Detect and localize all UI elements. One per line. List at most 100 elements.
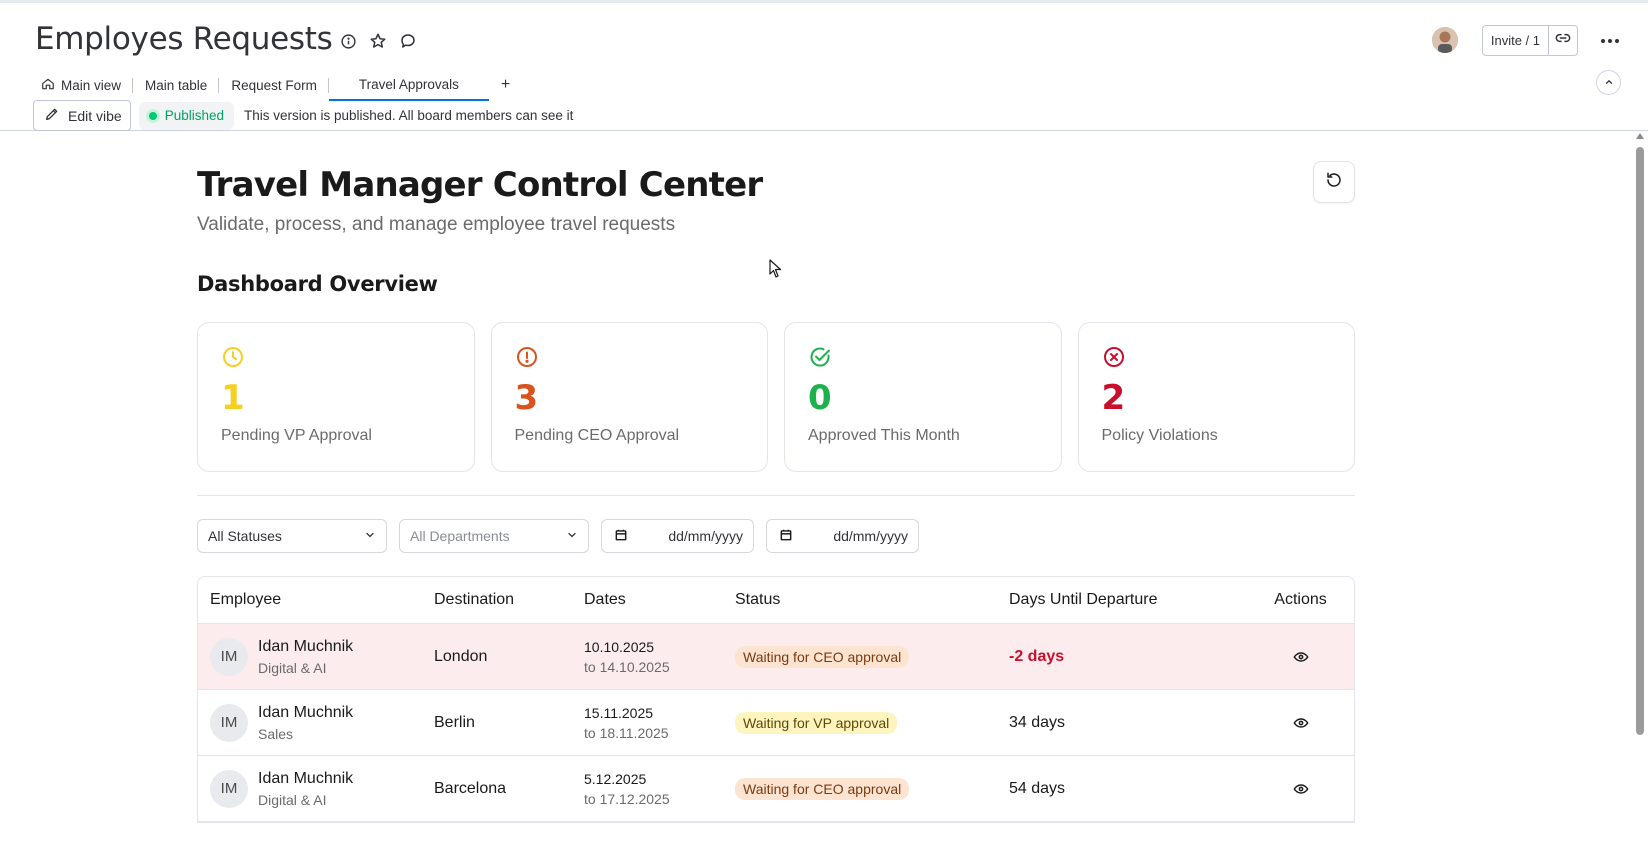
date-to: to 14.10.2025 [584,658,670,675]
mouse-cursor-icon [769,259,783,284]
column-header[interactable]: Days Until Departure [1009,591,1247,609]
status-cell: Waiting for VP approval [735,711,1009,734]
status-badge: Waiting for CEO approval [735,777,910,800]
more-options-button[interactable] [1594,24,1626,56]
destination-cell: Berlin [434,713,475,731]
publish-message: This version is published. All board mem… [244,108,574,123]
info-icon[interactable] [338,31,358,51]
invite-group: Invite / 1 [1481,24,1578,56]
view-tabs: Main view Main table Request Form Travel… [35,69,522,101]
dates-cell: 15.11.2025 to 18.11.2025 [584,705,735,741]
stat-label: Pending VP Approval [221,427,372,444]
date-to-value: dd/mm/yyyy [833,528,908,544]
date-from: 5.12.2025 [584,770,647,787]
tab-label: Request Form [231,77,317,93]
employee-info: Idan Muchnik Digital & AI [258,638,353,676]
stat-label: Pending CEO Approval [514,427,680,444]
stat-card-pending-vp: 1 Pending VP Approval [197,322,475,472]
table-row[interactable]: IM Idan Muchnik Digital & AI London 10.1… [198,624,1354,690]
star-icon[interactable] [368,31,388,51]
page-scrollbar[interactable] [1632,131,1648,864]
refresh-icon [1325,171,1343,194]
edit-vibe-label: Edit vibe [68,107,122,124]
destination-cell: London [434,647,488,665]
home-icon [41,77,55,94]
table-row[interactable]: IM Idan Muchnik Digital & AI Barcelona 5… [198,756,1354,822]
stat-card-approved: 0 Approved This Month [784,322,1062,472]
column-header[interactable]: Employee [198,591,434,609]
comment-icon[interactable] [398,31,418,51]
stat-value: 2 [1101,378,1126,418]
view-eye-icon[interactable] [1292,648,1310,666]
column-header[interactable]: Status [735,591,1009,609]
stat-label: Policy Violations [1101,427,1218,444]
date-from-input[interactable]: dd/mm/yyyy [601,519,754,553]
column-header[interactable]: Actions [1247,591,1354,609]
column-header[interactable]: Dates [584,591,735,609]
employee-name: Idan Muchnik [258,637,354,655]
user-avatar[interactable] [1431,27,1458,53]
date-from: 10.10.2025 [584,638,655,655]
collapse-header-button[interactable] [1596,70,1621,95]
dates-cell: 10.10.2025 to 14.10.2025 [584,639,735,675]
date-from: 15.11.2025 [584,704,654,721]
avatar: IM [210,703,248,742]
tab-main-table[interactable]: Main table [133,69,220,101]
board-title[interactable]: Employes Requests [35,21,333,57]
destination-cell: Barcelona [434,779,507,797]
page-title: Travel Manager Control Center [197,165,763,205]
status-filter-select[interactable]: All Statuses [197,519,387,553]
employee-name: Idan Muchnik [258,703,354,721]
department-filter-value: All Departments [410,528,510,544]
scroll-thumb[interactable] [1636,147,1644,735]
published-badge: Published [138,101,234,130]
employee-info: Idan Muchnik Digital & AI [258,770,353,808]
chevron-up-icon [1604,74,1614,92]
actions-cell [1247,714,1354,732]
days-until-departure: -2 days [1009,647,1065,665]
stat-cards: 1 Pending VP Approval 3 Pending CEO Appr… [197,322,1355,472]
employee-cell: IM Idan Muchnik Digital & AI [198,769,434,808]
x-circle-icon [1102,345,1126,369]
table-row[interactable]: IM Idan Muchnik Sales Berlin 15.11.2025 … [198,690,1354,756]
link-icon [1555,30,1571,51]
employee-cell: IM Idan Muchnik Sales [198,703,434,742]
check-circle-icon [808,345,832,369]
employee-department: Digital & AI [258,791,327,808]
stat-value: 3 [514,378,539,418]
tab-label: Main view [61,77,122,93]
requests-table: Employee Destination Dates Status Days U… [197,576,1355,823]
tab-request-form[interactable]: Request Form [219,69,329,101]
scroll-up-arrow-icon[interactable] [1636,133,1644,139]
date-from-value: dd/mm/yyyy [668,528,743,544]
refresh-button[interactable] [1313,161,1355,203]
alert-circle-icon [515,345,539,369]
tab-label: Travel Approvals [358,76,459,92]
view-eye-icon[interactable] [1292,714,1310,732]
invite-button[interactable]: Invite / 1 [1483,25,1549,55]
actions-cell [1247,780,1354,798]
status-cell: Waiting for CEO approval [735,777,1009,800]
copy-link-button[interactable] [1549,26,1577,55]
employee-info: Idan Muchnik Sales [258,704,353,742]
tab-main-view[interactable]: Main view [35,69,134,101]
tab-travel-approvals[interactable]: Travel Approvals [328,69,489,101]
actions-cell [1247,648,1354,666]
edit-vibe-button[interactable]: Edit vibe [33,100,131,131]
more-icon [1600,31,1620,49]
date-to-input[interactable]: dd/mm/yyyy [766,519,919,553]
title-icons [338,31,418,51]
days-until-departure: 54 days [1009,779,1066,797]
dates-cell: 5.12.2025 to 17.12.2025 [584,771,735,807]
view-eye-icon[interactable] [1292,780,1310,798]
header-actions: Invite / 1 [1431,24,1626,56]
column-header[interactable]: Destination [434,591,584,609]
stat-card-violations: 2 Policy Violations [1077,322,1355,472]
published-label: Published [164,108,224,123]
tab-label: Main table [145,77,208,93]
stat-value: 1 [221,378,245,418]
department-filter-select[interactable]: All Departments [399,519,589,553]
stat-card-pending-ceo: 3 Pending CEO Approval [490,322,768,472]
add-view-button[interactable]: + [489,76,522,94]
chevron-down-icon [364,528,376,544]
